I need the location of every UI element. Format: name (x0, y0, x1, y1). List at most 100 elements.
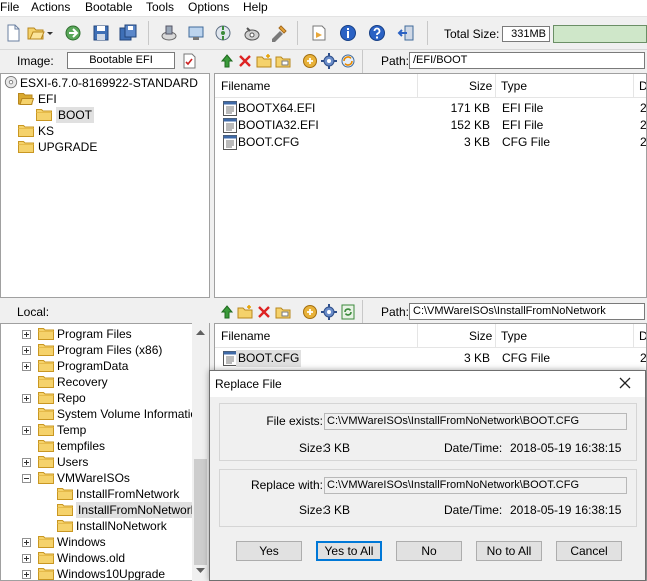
yes-to-all-button[interactable]: Yes to All (316, 541, 382, 561)
column-date[interactable]: D (639, 329, 646, 343)
refresh-icon[interactable] (340, 53, 356, 69)
tree-item[interactable]: tempfiles (1, 438, 193, 454)
new-folder-icon[interactable] (237, 304, 253, 320)
tree-item[interactable]: InstallFromNetwork (1, 486, 193, 502)
tree-item[interactable]: Windows (1, 534, 193, 550)
column-size[interactable]: Size (469, 79, 492, 93)
save-as-icon[interactable] (119, 24, 137, 42)
column-size[interactable]: Size (469, 329, 492, 343)
delete-icon[interactable] (237, 53, 253, 69)
file-row[interactable]: BOOTIA32.EFI 152 KB EFI File 2 (215, 117, 646, 134)
bootable-check-icon[interactable] (181, 53, 197, 69)
dialog-title: Replace File (215, 377, 282, 391)
collapse-icon[interactable] (22, 474, 31, 483)
tree-item[interactable]: EFI (3, 91, 203, 107)
image-tree-pane[interactable]: ESXI-6.7.0-8169922-STANDARD EFI BOOT KS UPGR… (0, 73, 210, 298)
expand-icon[interactable] (22, 394, 31, 403)
tree-item[interactable]: KS (3, 123, 203, 139)
file-row[interactable]: BOOT.CFG 3 KB CFG File 2 (215, 134, 646, 151)
column-filename[interactable]: Filename (221, 329, 270, 343)
refresh-icon[interactable] (340, 304, 356, 320)
local-tree-scrollbar[interactable] (192, 323, 209, 581)
image-path-field[interactable]: /EFI/BOOT (409, 52, 645, 69)
add-files-icon[interactable] (302, 53, 318, 69)
menu-tools[interactable]: Tools (146, 0, 174, 16)
image-type-field[interactable]: Bootable EFI (67, 52, 175, 69)
settings-icon[interactable] (321, 304, 337, 320)
no-to-all-button[interactable]: No to All (476, 541, 542, 561)
compress-icon[interactable] (214, 24, 232, 42)
tree-item[interactable]: System Volume Information (1, 406, 204, 422)
dialog-titlebar[interactable]: Replace File (210, 371, 645, 397)
column-type[interactable]: Type (501, 79, 527, 93)
menu-bootable[interactable]: Bootable (85, 0, 132, 16)
tree-item[interactable]: ProgramData (1, 358, 193, 374)
tree-item[interactable]: Temp (1, 422, 193, 438)
add-files-icon[interactable] (302, 304, 318, 320)
tree-item[interactable]: Users (1, 454, 193, 470)
expand-icon[interactable] (22, 330, 31, 339)
menu-file[interactable]: File (0, 0, 19, 16)
local-file-toolbar: Path: C:\VMWareISOs\InstallFromNoNetwork (214, 300, 647, 323)
local-path-field[interactable]: C:\VMWareISOs\InstallFromNoNetwork (409, 303, 645, 320)
tree-item[interactable]: Windows.old (1, 550, 193, 566)
delete-icon[interactable] (256, 304, 272, 320)
new-icon[interactable] (4, 24, 22, 42)
tree-item[interactable]: Repo (1, 390, 193, 406)
tree-item[interactable]: BOOT (21, 107, 209, 123)
menu-help[interactable]: Help (243, 0, 268, 16)
expand-icon[interactable] (22, 554, 31, 563)
column-date[interactable]: D (639, 79, 646, 93)
about-icon[interactable] (339, 24, 357, 42)
expand-icon[interactable] (22, 346, 31, 355)
existing-date-value: 2018-05-19 16:38:15 (510, 441, 622, 455)
properties-icon[interactable] (310, 24, 328, 42)
expand-icon[interactable] (22, 458, 31, 467)
no-button[interactable]: No (396, 541, 462, 561)
save-icon[interactable] (92, 24, 110, 42)
column-filename[interactable]: Filename (221, 79, 270, 93)
scroll-down-icon[interactable] (196, 568, 205, 574)
new-folder-icon[interactable] (256, 53, 272, 69)
tree-item[interactable]: UPGRADE (3, 139, 203, 155)
open-icon[interactable] (27, 24, 45, 42)
help-icon[interactable] (368, 24, 386, 42)
expand-icon[interactable] (22, 570, 31, 579)
tree-item[interactable]: Program Files (1, 326, 193, 342)
chevron-down-icon[interactable] (46, 24, 54, 42)
tree-item[interactable]: VMWareISOs (1, 470, 193, 486)
tree-item[interactable]: Windows10Upgrade (1, 566, 193, 580)
rename-icon[interactable] (275, 304, 291, 320)
tree-item[interactable]: InstallFromNoNetwork (1, 502, 199, 518)
cancel-button[interactable]: Cancel (556, 541, 622, 561)
tree-item[interactable]: InstallNoNetwork (1, 518, 193, 534)
tree-item[interactable]: Program Files (x86) (1, 342, 193, 358)
up-arrow-icon[interactable] (219, 53, 235, 69)
scrollbar-thumb[interactable] (194, 459, 207, 565)
local-tree-pane[interactable]: Program Files Program Files (x86) ProgramD… (0, 323, 210, 581)
rename-icon[interactable] (275, 53, 291, 69)
up-arrow-icon[interactable] (219, 304, 235, 320)
scroll-up-icon[interactable] (196, 329, 205, 335)
tree-item[interactable]: ESXI-6.7.0-8169922-STANDARD (3, 75, 203, 91)
yes-button[interactable]: Yes (236, 541, 302, 561)
checksum-icon[interactable] (243, 24, 261, 42)
close-icon[interactable] (618, 376, 632, 390)
burn-icon[interactable] (160, 24, 178, 42)
image-file-list[interactable]: Filename Size Type D BOOTX64.EFI 171 KB EF… (214, 73, 647, 298)
menu-actions[interactable]: Actions (31, 0, 70, 16)
file-row[interactable]: BOOT.CFG 3 KB CFG File 2 (215, 350, 646, 367)
cd-icon (4, 76, 18, 89)
tree-item[interactable]: Recovery (1, 374, 193, 390)
file-row[interactable]: BOOTX64.EFI 171 KB EFI File 2 (215, 100, 646, 117)
expand-icon[interactable] (22, 362, 31, 371)
extract-icon[interactable] (64, 24, 82, 42)
menu-options[interactable]: Options (188, 0, 229, 16)
mount-icon[interactable] (187, 24, 205, 42)
expand-icon[interactable] (22, 538, 31, 547)
column-type[interactable]: Type (501, 329, 527, 343)
settings-icon[interactable] (321, 53, 337, 69)
exit-icon[interactable] (397, 24, 415, 42)
expand-icon[interactable] (22, 426, 31, 435)
options-icon[interactable] (270, 24, 288, 42)
